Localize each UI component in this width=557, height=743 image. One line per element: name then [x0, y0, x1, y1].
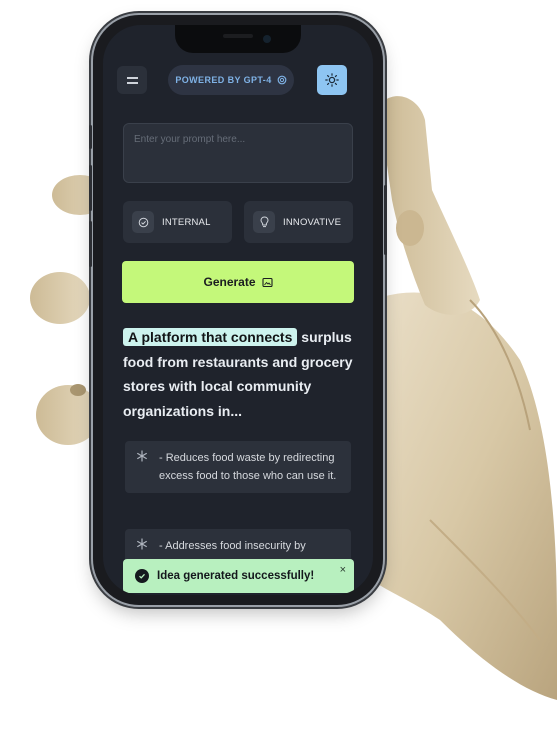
chip-innovative[interactable]: INNOVATIVE: [244, 201, 353, 243]
idea-highlight: A platform that connects: [123, 328, 298, 346]
prompt-placeholder: Enter your prompt here...: [134, 134, 246, 145]
menu-button[interactable]: [117, 66, 147, 94]
asterisk-icon: [137, 450, 147, 462]
powered-by-badge: POWERED BY GPT-4: [168, 65, 294, 95]
list-item: - Reduces food waste by redirecting exce…: [125, 441, 351, 493]
notch: [175, 25, 301, 53]
bullet-text: - Reduces food waste by redirecting exce…: [159, 452, 337, 482]
openai-logo-icon: [277, 75, 287, 85]
volume-up-button: [89, 165, 92, 211]
lightbulb-icon: [253, 211, 275, 233]
sun-icon: [325, 73, 339, 87]
power-button: [384, 185, 387, 255]
speaker: [223, 34, 253, 38]
prompt-input[interactable]: Enter your prompt here...: [123, 123, 353, 183]
image-icon: [261, 277, 273, 287]
camera: [263, 35, 271, 43]
hamburger-icon: [126, 76, 138, 84]
toast-message: Idea generated successfully!: [157, 570, 315, 582]
powered-by-label: POWERED BY GPT-4: [175, 75, 272, 85]
chip-internal-label: INTERNAL: [162, 216, 211, 228]
close-icon[interactable]: ×: [340, 564, 346, 576]
mute-switch: [89, 125, 92, 149]
chip-internal[interactable]: INTERNAL: [123, 201, 232, 243]
idea-summary: A platform that connects surplus food fr…: [123, 325, 353, 423]
generate-button[interactable]: Generate: [122, 261, 354, 303]
phone-device: POWERED BY GPT-4 Enter your prompt here.…: [89, 15, 387, 605]
check-icon: [135, 569, 149, 583]
top-bar: POWERED BY GPT-4: [103, 63, 373, 97]
generate-label: Generate: [203, 275, 256, 289]
bullet-text: - Addresses food insecurity by: [159, 540, 306, 552]
success-toast: Idea generated successfully! ×: [123, 559, 354, 593]
theme-toggle-button[interactable]: [317, 65, 347, 95]
app-screen: POWERED BY GPT-4 Enter your prompt here.…: [103, 25, 373, 595]
check-circle-icon: [132, 211, 154, 233]
chip-innovative-label: INNOVATIVE: [283, 216, 342, 228]
volume-down-button: [89, 221, 92, 267]
asterisk-icon: [137, 538, 147, 550]
